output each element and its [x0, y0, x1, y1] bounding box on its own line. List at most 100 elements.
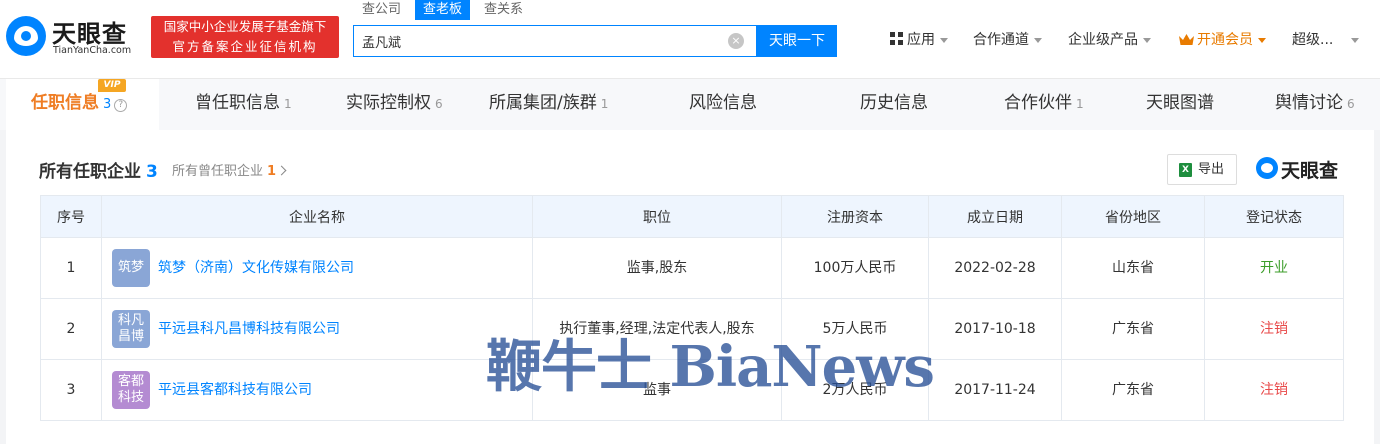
search-tab-relation[interactable]: 查关系: [484, 0, 523, 20]
tab-label: 曾任职信息: [195, 93, 280, 113]
chevron-right-icon: [276, 165, 287, 176]
tab-count: 1: [600, 97, 609, 111]
company-name-link[interactable]: 平远县科凡昌博科技有限公司: [158, 321, 340, 337]
tab-partners[interactable]: 合作伙伴 1: [1004, 79, 1084, 131]
cell-capital: 100万人民币: [781, 237, 929, 299]
tab-graph[interactable]: 天眼图谱: [1146, 79, 1214, 131]
top-header: 天眼查 TianYanCha.com 国家中小企业发展子基金旗下 官方备案企业征…: [0, 0, 1380, 78]
tab-label: 任职信息: [31, 93, 99, 113]
brand-name: 天眼查: [1281, 160, 1339, 182]
tab-count: 6: [1347, 97, 1355, 111]
cell-region: 山东省: [1061, 237, 1205, 299]
section-title-count: 3: [146, 162, 158, 182]
clear-icon[interactable]: ×: [728, 33, 744, 49]
nav-vip[interactable]: 开通会员: [1179, 30, 1266, 50]
nav-enterprise-label: 企业级产品: [1068, 32, 1138, 48]
company-logo-text: 科凡 昌博: [117, 313, 144, 344]
tab-count: 3: [103, 97, 112, 112]
vip-badge: VIP: [98, 79, 126, 92]
cell-capital: 2万人民币: [781, 359, 929, 421]
tab-label: 实际控制权: [346, 93, 431, 113]
cell-status: 注销: [1204, 298, 1344, 360]
nav-vip-label: 开通会员: [1197, 32, 1253, 48]
apps-grid-icon: [890, 32, 904, 46]
badge-line-2: 官方备案企业征信机构: [172, 39, 318, 54]
col-header-company: 企业名称: [101, 195, 533, 238]
nav-partner[interactable]: 合作通道: [973, 30, 1042, 50]
tab-former-positions[interactable]: 曾任职信息 1: [195, 79, 292, 131]
cell-region: 广东省: [1061, 298, 1205, 360]
company-name-link[interactable]: 筑梦（济南）文化传媒有限公司: [158, 260, 354, 276]
logo-name: 天眼查: [52, 20, 127, 48]
nav-super[interactable]: 超级...: [1292, 30, 1360, 50]
chevron-down-icon: [940, 37, 948, 43]
crown-icon: [1179, 34, 1194, 45]
cell-index: 2: [40, 298, 102, 360]
nav-partner-label: 合作通道: [973, 32, 1029, 48]
nav-apps-label: 应用: [907, 32, 935, 48]
excel-icon: X: [1179, 163, 1192, 177]
cell-region: 广东省: [1061, 359, 1205, 421]
cell-position: 执行董事,经理,法定代表人,股东: [532, 298, 782, 360]
export-button[interactable]: X 导出: [1167, 154, 1237, 185]
site-logo[interactable]: 天眼查 TianYanCha.com: [6, 14, 146, 60]
section-title: 所有任职企业 3: [39, 157, 158, 182]
table-header-row: 序号 企业名称 职位 注册资本 成立日期 省份地区 登记状态: [40, 195, 1344, 238]
company-logo[interactable]: 科凡 昌博: [112, 310, 150, 348]
tab-control[interactable]: 实际控制权 6: [346, 79, 443, 131]
table-row: 1 筑梦 筑梦（济南）文化传媒有限公司 监事,股东 100万人民币 2022-02-28 山…: [40, 237, 1344, 299]
chevron-down-icon: [1351, 37, 1360, 43]
former-positions-link[interactable]: 所有曾任职企业 1: [172, 160, 287, 179]
nav-apps[interactable]: 应用: [890, 30, 948, 50]
tab-count: 1: [1076, 97, 1084, 111]
company-logo-text: 客都 科技: [117, 374, 144, 405]
nav-enterprise[interactable]: 企业级产品: [1068, 30, 1151, 50]
search-button[interactable]: 天眼一下: [757, 25, 837, 57]
cell-status: 开业: [1204, 237, 1344, 299]
tab-label: 所属集团/族群: [489, 93, 597, 113]
cell-company: 科凡 昌博 平远县科凡昌博科技有限公司: [101, 298, 533, 360]
col-header-date: 成立日期: [928, 195, 1062, 238]
tab-label: 合作伙伴: [1004, 93, 1072, 113]
positions-card: 所有任职企业 3 所有曾任职企业 1 X 导出 天眼查 序号 企业名称 职位 注册资本…: [6, 130, 1374, 444]
chevron-down-icon: [1258, 37, 1266, 43]
company-logo[interactable]: 客都 科技: [112, 371, 150, 409]
company-logo-text: 筑梦: [117, 260, 144, 275]
badge-line-1: 国家中小企业发展子基金旗下: [163, 19, 327, 34]
cell-status: 注销: [1204, 359, 1344, 421]
help-icon[interactable]: ?: [114, 99, 128, 112]
tab-count: 6: [435, 97, 443, 111]
tab-label: 舆情讨论: [1275, 93, 1343, 113]
search-input[interactable]: [362, 31, 722, 51]
search-box: ×: [353, 25, 757, 57]
cell-capital: 5万人民币: [781, 298, 929, 360]
tab-label: 风险信息: [689, 93, 757, 113]
col-header-status: 登记状态: [1204, 195, 1344, 238]
company-logo[interactable]: 筑梦: [112, 249, 150, 287]
tab-label: 历史信息: [860, 93, 928, 113]
tab-current-positions[interactable]: 任职信息 3? VIP: [6, 79, 159, 131]
eye-logo-icon: [1256, 157, 1278, 179]
cell-date: 2022-02-28: [928, 237, 1062, 299]
cell-company: 筑梦 筑梦（济南）文化传媒有限公司: [101, 237, 533, 299]
company-name-link[interactable]: 平远县客都科技有限公司: [158, 382, 312, 398]
nav-super-label: 超级...: [1292, 32, 1334, 48]
tab-risk[interactable]: 风险信息: [689, 79, 757, 131]
cell-position: 监事: [532, 359, 782, 421]
tab-group[interactable]: 所属集团/族群 1: [489, 79, 608, 131]
search-tab-boss[interactable]: 查老板: [415, 0, 471, 20]
official-badge: 国家中小企业发展子基金旗下 官方备案企业征信机构: [151, 16, 339, 58]
tab-history[interactable]: 历史信息: [860, 79, 928, 131]
chevron-down-icon: [1034, 37, 1042, 43]
search-tab-company[interactable]: 查公司: [362, 0, 401, 20]
table-row: 2 科凡 昌博 平远县科凡昌博科技有限公司 执行董事,经理,法定代表人,股东 5万人民币 2…: [40, 298, 1344, 360]
logo-domain: TianYanCha.com: [53, 45, 132, 56]
chevron-down-icon: [1143, 37, 1151, 43]
cell-position: 监事,股东: [532, 237, 782, 299]
export-label: 导出: [1198, 162, 1225, 177]
tab-opinion[interactable]: 舆情讨论 6: [1275, 79, 1355, 131]
col-header-region: 省份地区: [1061, 195, 1205, 238]
table-row: 3 客都 科技 平远县客都科技有限公司 监事 2万人民币 2017-11-24 广东省 注销: [40, 359, 1344, 421]
detail-tabbar: 任职信息 3? VIP 曾任职信息 1 实际控制权 6 所属集团/族群 1 风险信息 历…: [0, 78, 1380, 131]
col-header-capital: 注册资本: [781, 195, 929, 238]
